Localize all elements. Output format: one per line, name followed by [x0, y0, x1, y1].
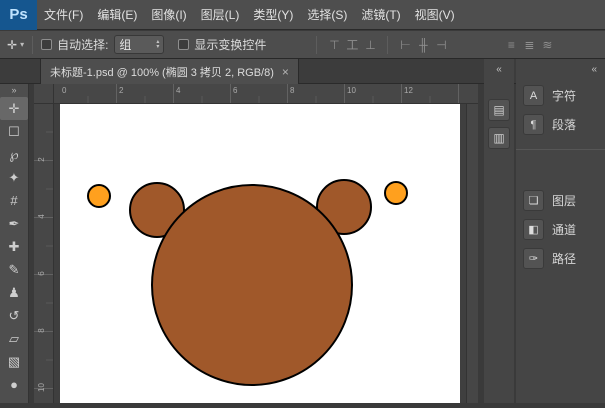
vertical-ruler[interactable]: 2 4 6 8 10	[34, 104, 54, 403]
vertical-scrollbar[interactable]	[466, 104, 478, 403]
ruler-number: 8	[37, 324, 46, 337]
dock-collapse-icon[interactable]: «	[484, 59, 514, 81]
document-window: 0 2 4 6 8 10 12 2 4 6 8 10	[34, 84, 478, 403]
layers-panel-label: 图层	[552, 192, 576, 209]
ruler-origin-corner[interactable]	[34, 84, 54, 104]
menu-image[interactable]: 图像(I)	[144, 0, 193, 30]
menu-filter[interactable]: 滤镜(T)	[354, 0, 407, 30]
history-brush-tool[interactable]: ↺	[0, 304, 28, 327]
align-left-edges-icon[interactable]: ⊢	[396, 31, 414, 59]
character-panel-icon: A	[523, 85, 544, 106]
rectangular-marquee-tool[interactable]: ☐	[0, 120, 28, 143]
distribute-top-edges-icon[interactable]: ≡	[502, 31, 520, 59]
brush-tool[interactable]: ✎	[0, 258, 28, 281]
move-tool[interactable]: ✛	[0, 97, 28, 120]
paragraph-panel-label: 段落	[552, 116, 576, 133]
auto-select-value: 组	[119, 36, 131, 53]
canvas[interactable]	[60, 104, 460, 403]
character-panel-button[interactable]: A 字符	[516, 81, 605, 110]
ruler-number: 8	[290, 86, 294, 95]
ruler-number: 4	[37, 210, 46, 223]
align-horizontal-centers-icon[interactable]: ╫	[414, 31, 432, 59]
paths-panel-icon: ✑	[523, 248, 544, 269]
eyedropper-tool[interactable]: ✒	[0, 212, 28, 235]
ruler-number: 6	[37, 267, 46, 280]
collapsed-panel-dock: « ▤ ▥	[484, 59, 514, 403]
auto-select-dropdown[interactable]: 组 ▴▾	[114, 35, 164, 54]
paragraph-panel-button[interactable]: ¶ 段落	[516, 110, 605, 139]
document-tab-title: 未标题-1.psd @ 100% (椭圆 3 拷贝 2, RGB/8)	[50, 64, 274, 80]
eraser-tool[interactable]: ▱	[0, 327, 28, 350]
crop-tool[interactable]: #	[0, 189, 28, 212]
divider	[32, 36, 33, 54]
distribute-vertical-centers-icon[interactable]: ≣	[520, 31, 538, 59]
ruler-number: 2	[119, 86, 123, 95]
divider	[387, 36, 388, 54]
show-transform-checkbox[interactable]	[178, 39, 189, 50]
show-transform-label: 显示变换控件	[194, 36, 266, 53]
collapsed-panel-icon-1[interactable]: ▤	[488, 99, 510, 121]
layers-panel-icon: ❏	[523, 190, 544, 211]
align-bottom-edges-icon[interactable]: ⊥	[361, 31, 379, 59]
layers-panel-button[interactable]: ❏ 图层	[516, 186, 605, 215]
auto-select-label: 自动选择:	[57, 36, 108, 53]
toolbar-collapse-icon[interactable]: »	[0, 84, 28, 97]
menu-layer[interactable]: 图层(L)	[194, 0, 247, 30]
document-tab[interactable]: 未标题-1.psd @ 100% (椭圆 3 拷贝 2, RGB/8) ×	[40, 59, 299, 84]
chevron-down-icon: ▾	[20, 40, 24, 49]
gradient-tool[interactable]: ▧	[0, 350, 28, 373]
divider	[316, 36, 317, 54]
channels-panel-button[interactable]: ◧ 通道	[516, 215, 605, 244]
ruler-number: 4	[176, 86, 180, 95]
menu-file[interactable]: 文件(F)	[37, 0, 90, 30]
photoshop-logo: Ps	[0, 0, 37, 30]
menu-bar: Ps 文件(F) 编辑(E) 图像(I) 图层(L) 类型(Y) 选择(S) 滤…	[0, 0, 605, 30]
dropdown-spinner-icon: ▴▾	[156, 40, 159, 50]
ruler-number: 6	[233, 86, 237, 95]
distribute-bottom-edges-icon[interactable]: ≋	[538, 31, 556, 59]
ruler-number: 10	[347, 86, 356, 95]
auto-select-checkbox[interactable]	[41, 39, 52, 50]
character-panel-label: 字符	[552, 87, 576, 104]
quick-selection-tool[interactable]: ✦	[0, 166, 28, 189]
ruler-number: 2	[37, 153, 46, 166]
dock-divider	[516, 149, 605, 150]
tool-options-bar: ✛ ▾ 自动选择: 组 ▴▾ 显示变换控件 ⊤ 工 ⊥ ⊢ ╫ ⊣ ≡ ≣ ≋	[0, 31, 605, 59]
shape-dot-right[interactable]	[385, 182, 407, 204]
channels-panel-label: 通道	[552, 221, 576, 238]
menu-view[interactable]: 视图(V)	[408, 0, 462, 30]
channels-panel-icon: ◧	[523, 219, 544, 240]
canvas-shapes	[60, 104, 460, 403]
spot-healing-brush-tool[interactable]: ✚	[0, 235, 28, 258]
align-right-edges-icon[interactable]: ⊣	[432, 31, 450, 59]
horizontal-ruler[interactable]: 0 2 4 6 8 10 12	[54, 84, 478, 104]
menu-edit[interactable]: 编辑(E)	[90, 0, 144, 30]
paths-panel-button[interactable]: ✑ 路径	[516, 244, 605, 273]
align-vertical-centers-icon[interactable]: 工	[343, 31, 361, 59]
tab-close-icon[interactable]: ×	[282, 65, 289, 79]
blur-tool[interactable]: ●	[0, 373, 28, 396]
paths-panel-label: 路径	[552, 250, 576, 267]
collapsed-panel-icon-2[interactable]: ▥	[488, 127, 510, 149]
shape-head[interactable]	[152, 185, 352, 385]
lasso-tool[interactable]: ℘	[0, 143, 28, 166]
menu-type[interactable]: 类型(Y)	[246, 0, 300, 30]
tool-preset-picker[interactable]: ✛ ▾	[7, 38, 24, 52]
menu-select[interactable]: 选择(S)	[300, 0, 354, 30]
clone-stamp-tool[interactable]: ♟	[0, 281, 28, 304]
align-top-edges-icon[interactable]: ⊤	[325, 31, 343, 59]
ruler-number: 12	[404, 86, 413, 95]
ruler-number: 10	[37, 381, 46, 394]
tools-panel: » ✛ ☐ ℘ ✦ # ✒ ✚ ✎ ♟ ↺ ▱ ▧ ●	[0, 84, 29, 403]
shape-dot-left[interactable]	[88, 185, 110, 207]
dock-collapse-icon[interactable]: «	[516, 59, 605, 81]
document-tab-bar: 未标题-1.psd @ 100% (椭圆 3 拷贝 2, RGB/8) ×	[0, 59, 605, 84]
paragraph-panel-icon: ¶	[523, 114, 544, 135]
panel-dock: « A 字符 ¶ 段落 ❏ 图层 ◧ 通道 ✑ 路径	[516, 59, 605, 403]
move-tool-preset-icon: ✛	[7, 38, 17, 52]
ruler-number: 0	[62, 86, 66, 95]
